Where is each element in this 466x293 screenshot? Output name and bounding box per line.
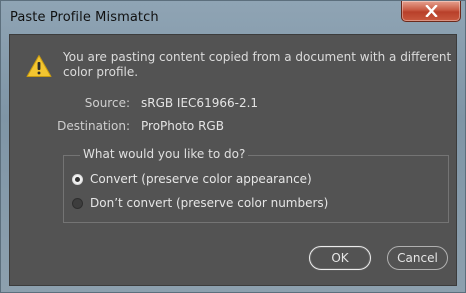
destination-profile-value: ProPhoto RGB: [141, 119, 224, 133]
cancel-button[interactable]: Cancel: [387, 246, 448, 270]
dont-convert-option-label[interactable]: Don’t convert (preserve color numbers): [90, 196, 328, 210]
close-icon: [425, 5, 438, 17]
destination-label: Destination:: [57, 119, 130, 133]
source-label: Source:: [84, 96, 130, 110]
title-bar[interactable]: Paste Profile Mismatch: [1, 1, 465, 34]
action-options-group: What would you like to do? Convert (pres…: [63, 147, 449, 223]
ok-button[interactable]: OK: [309, 246, 371, 270]
option-convert[interactable]: Convert (preserve color appearance): [72, 171, 312, 187]
window-title: Paste Profile Mismatch: [10, 10, 159, 25]
source-profile-value: sRGB IEC61966-2.1: [141, 96, 259, 110]
dialog-window: Paste Profile Mismatch You are pasting c…: [0, 0, 466, 293]
option-dont-convert[interactable]: Don’t convert (preserve color numbers): [72, 195, 328, 211]
convert-radio-button[interactable]: [72, 173, 83, 185]
dont-convert-radio-button[interactable]: [72, 197, 83, 209]
mismatch-message: You are pasting content copied from a do…: [63, 50, 452, 79]
convert-option-label[interactable]: Convert (preserve color appearance): [90, 172, 312, 186]
group-label: What would you like to do?: [80, 147, 249, 161]
dialog-body: You are pasting content copied from a do…: [9, 34, 457, 286]
close-button[interactable]: [401, 1, 461, 22]
warning-triangle-icon: [26, 55, 52, 77]
